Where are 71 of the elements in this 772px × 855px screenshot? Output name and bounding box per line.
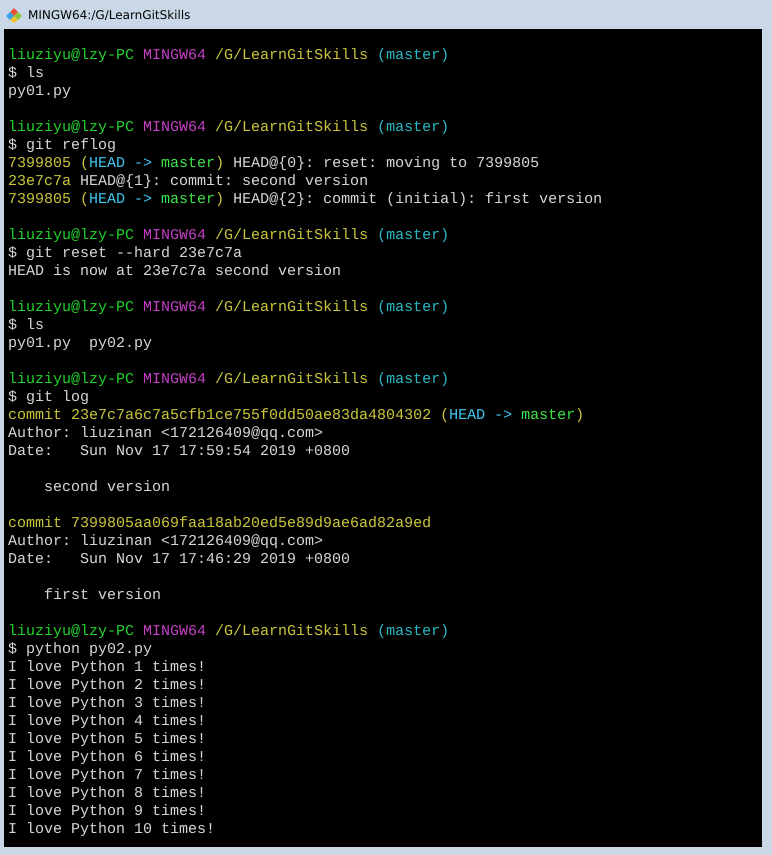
terminal-text: (master) xyxy=(377,227,450,244)
terminal-text: commit 7399805aa069faa18ab20ed5e89d9ae6ad82a9ed xyxy=(8,515,432,532)
terminal-text: HEAD@{0}: reset: moving to 7399805 xyxy=(232,155,540,172)
terminal-text: $ python py02.py xyxy=(8,641,152,658)
terminal-text: HEAD -> xyxy=(89,155,154,172)
terminal-text: liuziyu@lzy-PC xyxy=(8,371,136,388)
terminal-text: MINGW64 xyxy=(143,119,208,136)
terminal-text: $ ls xyxy=(8,65,44,82)
terminal-text: I love Python 7 times! xyxy=(8,767,206,784)
terminal-text: commit 23e7c7a6c7a5cfb1ce755f0dd50ae83da4804302 xyxy=(8,407,432,424)
terminal-text: liuziyu@lzy-PC xyxy=(8,47,136,64)
terminal-text: (master) xyxy=(377,299,450,316)
terminal-text: second version xyxy=(43,479,170,496)
terminal-text: I love Python 3 times! xyxy=(8,695,206,712)
terminal-text: HEAD -> xyxy=(89,191,154,208)
terminal-text: /G/LearnGitSkills xyxy=(215,47,370,64)
terminal-text: /G/LearnGitSkills xyxy=(215,299,370,316)
terminal-text: I love Python 1 times! xyxy=(8,659,206,676)
terminal-text: ( xyxy=(80,191,90,208)
terminal-text: I love Python 9 times! xyxy=(8,803,206,820)
terminal-text: I love Python 10 times! xyxy=(8,821,216,838)
terminal-text: HEAD@{1}: commit: second version xyxy=(79,173,368,190)
terminal-text: liuziyu@lzy-PC xyxy=(8,299,136,316)
terminal-text: /G/LearnGitSkills xyxy=(215,119,370,136)
terminal-text: Date: Sun Nov 17 17:46:29 2019 +0800 xyxy=(8,551,350,568)
window-title: MINGW64:/G/LearnGitSkills xyxy=(28,8,190,22)
terminal-text: HEAD@{2}: commit (initial): first version xyxy=(232,191,602,208)
terminal-text: ) xyxy=(575,407,584,424)
terminal-text: 7399805 xyxy=(8,191,72,208)
terminal-text: ) xyxy=(215,155,224,172)
terminal-text: /G/LearnGitSkills xyxy=(215,371,370,388)
terminal-text: master xyxy=(521,407,576,424)
terminal-text: $ git log xyxy=(8,389,90,406)
terminal-text: $ git reset --hard 23e7c7a xyxy=(8,245,242,262)
terminal-text: liuziyu@lzy-PC xyxy=(8,623,136,640)
terminal-text: (master) xyxy=(377,119,450,136)
terminal-text: /G/LearnGitSkills xyxy=(215,227,370,244)
terminal-text: first version xyxy=(43,587,162,604)
terminal-text: I love Python 8 times! xyxy=(8,785,206,802)
terminal-text: (master) xyxy=(377,623,450,640)
terminal-text: ( xyxy=(80,155,90,172)
terminal-text: $ git reflog xyxy=(8,137,116,154)
terminal-text: MINGW64 xyxy=(143,227,208,244)
terminal-text: master xyxy=(161,191,216,208)
terminal-text: master xyxy=(161,155,216,172)
terminal-text: MINGW64 xyxy=(143,299,208,316)
terminal-text: MINGW64 xyxy=(143,371,208,388)
terminal-text: I love Python 6 times! xyxy=(8,749,206,766)
terminal-text: MINGW64 xyxy=(143,623,208,640)
terminal-text: Date: Sun Nov 17 17:59:54 2019 +0800 xyxy=(8,443,350,460)
terminal-text: ) xyxy=(215,191,224,208)
terminal-text: I love Python 2 times! xyxy=(8,677,206,694)
terminal-text: MINGW64 xyxy=(143,47,208,64)
diamond-icon xyxy=(6,6,22,22)
terminal-text: HEAD -> xyxy=(449,407,514,424)
terminal-text: HEAD is now at 23e7c7a second version xyxy=(8,263,342,280)
terminal-text: py01.py xyxy=(8,83,72,100)
terminal-text: liuziyu@lzy-PC xyxy=(8,227,136,244)
terminal-text: 23e7c7a xyxy=(8,173,72,190)
terminal-text: $ ls xyxy=(8,317,44,334)
terminal-text: Author: liuzinan <172126409@qq.com> xyxy=(8,533,324,550)
terminal-text: /G/LearnGitSkills xyxy=(215,623,370,640)
terminal-text: ( xyxy=(440,407,450,424)
terminal-text: Author: liuzinan <172126409@qq.com> xyxy=(8,425,324,442)
terminal-text: py01.py py02.py xyxy=(8,335,152,352)
terminal-text: (master) xyxy=(377,47,450,64)
terminal-text: I love Python 4 times! xyxy=(8,713,206,730)
terminal-text: I love Python 5 times! xyxy=(8,731,206,748)
terminal-text: 7399805 xyxy=(8,155,72,172)
terminal-text: (master) xyxy=(377,371,450,388)
terminal-text: liuziyu@lzy-PC xyxy=(8,119,136,136)
